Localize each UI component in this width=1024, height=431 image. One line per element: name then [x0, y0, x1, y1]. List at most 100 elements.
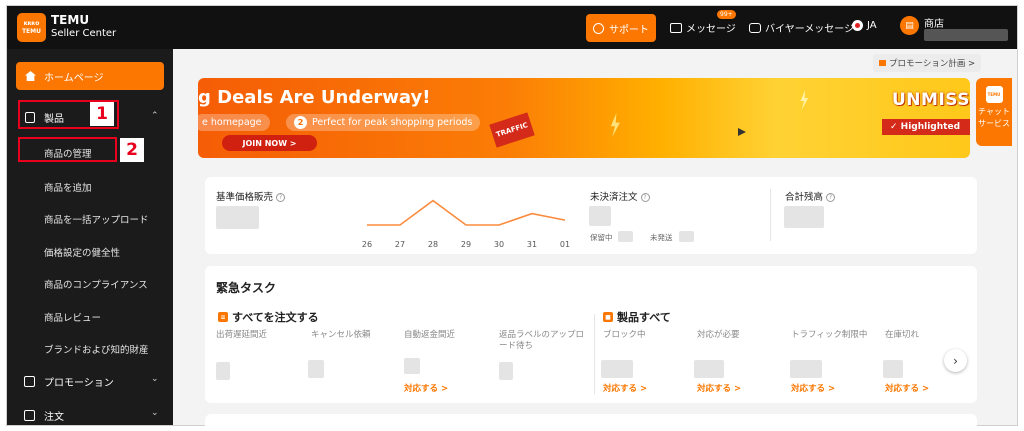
x-tick-label: 26 — [362, 240, 372, 249]
banner-title: g Deals Are Underway! — [198, 87, 431, 108]
lightning-decoration — [800, 90, 809, 110]
value-redacted — [308, 360, 324, 378]
help-icon: ? — [640, 193, 650, 202]
value-redacted — [790, 360, 822, 378]
x-tick-label: 01 — [560, 240, 570, 249]
promo-banner[interactable]: g Deals Are Underway! e homepage 2 Perfe… — [198, 78, 970, 158]
store-icon[interactable]: ▤ — [900, 16, 919, 35]
order-icon: ≡ — [218, 312, 228, 322]
mail-icon — [670, 22, 682, 33]
brand-subtitle: Seller Center — [51, 28, 117, 39]
divider — [594, 314, 595, 394]
sidebar-sub-add-product[interactable]: 商品を追加 — [44, 180, 92, 194]
action-link[interactable]: 対応する > — [791, 382, 835, 394]
chevron-up-icon[interactable]: ⌃ — [151, 111, 159, 121]
chat-bubble-icon — [749, 22, 761, 33]
annotation-number-2: 2 — [120, 138, 144, 162]
col-ship-delay: 出荷遅延間近 — [216, 330, 268, 340]
balance-value-redacted — [784, 206, 824, 228]
lightning-decoration — [610, 113, 620, 137]
brand: TEMU Seller Center — [51, 13, 116, 41]
col-auto-refund: 自動返金間近 — [404, 330, 456, 340]
col-out-of-stock: 在庫切れ — [885, 330, 920, 340]
support-button[interactable]: サポート — [586, 14, 656, 42]
language-selector[interactable]: JA — [852, 20, 877, 31]
brand-title: TEMU — [51, 13, 90, 27]
all-products-group-title[interactable]: ■ 製品すべて — [603, 309, 671, 325]
sidebar-sub-compliance[interactable]: 商品のコンプライアンス — [44, 277, 148, 291]
orders-icon — [24, 410, 35, 421]
sidebar-item-home[interactable]: ホームページ — [16, 62, 164, 90]
action-link[interactable]: 対応する > — [697, 382, 741, 394]
join-now-button[interactable]: JOIN NOW > — [222, 135, 317, 151]
x-tick-label: 28 — [428, 240, 438, 249]
promotion-icon — [24, 376, 35, 387]
banner-headline-right: UNMISSA — [892, 90, 970, 110]
value-redacted — [404, 358, 420, 374]
messages-badge: 99+ — [717, 10, 736, 19]
promotion-plan-link[interactable]: プロモーション計画 > — [873, 54, 982, 72]
sales-label: 基準価格販売? — [216, 189, 286, 203]
action-link[interactable]: 対応する > — [885, 382, 929, 394]
action-link[interactable]: 対応する > — [603, 382, 647, 394]
value-redacted — [216, 362, 230, 380]
product-bag-icon: ■ — [603, 312, 613, 322]
value-redacted — [694, 360, 724, 378]
store-label: 商店 — [924, 19, 944, 30]
annotation-number-1: 1 — [90, 102, 114, 126]
triangle-decoration — [738, 128, 746, 136]
action-link[interactable]: 対応する > — [404, 382, 448, 394]
messages-button[interactable]: メッセージ — [670, 20, 736, 35]
traffic-tag: TRAFFIC — [489, 112, 535, 148]
sidebar-item-promotion[interactable]: プロモーション — [24, 374, 114, 389]
value-redacted — [499, 362, 513, 380]
col-return-label: 返品ラベルのアップロード待ち — [499, 330, 585, 351]
unsent-label: 未発送 — [650, 233, 673, 242]
chevron-down-icon[interactable]: ⌄ — [151, 408, 159, 418]
x-tick-label: 27 — [395, 240, 405, 249]
chevron-down-icon[interactable]: ⌄ — [151, 374, 159, 384]
next-section-card — [205, 414, 977, 426]
highlighted-tag: ✓ Highlighted — [882, 119, 970, 135]
urgent-tasks-card: 緊急タスク ≡ すべてを注文する 出荷遅延間近 キャンセル依頼 自動返金間近 返品… — [205, 266, 977, 403]
sidebar-sub-reviews[interactable]: 商品レビュー — [44, 310, 101, 324]
urgent-tasks-title: 緊急タスク — [216, 281, 277, 295]
unsettled-orders-label: 未決済注文? — [590, 189, 650, 203]
banner-pill-1: e homepage — [198, 114, 270, 131]
sales-trend-chart: 26 27 28 29 30 31 01 — [362, 199, 570, 249]
annotation-box-2 — [18, 137, 117, 162]
x-tick-label: 29 — [461, 240, 471, 249]
temu-chat-logo: TEMU — [985, 86, 1003, 103]
stats-card: 基準価格販売? 26 27 28 29 30 31 01 未決済注文? 保留中 未発送 合計… — [205, 177, 977, 254]
sales-trend-line — [367, 199, 566, 226]
value-redacted — [601, 360, 633, 378]
store-name-redacted — [924, 29, 1008, 41]
chevron-right-icon: › — [953, 353, 958, 368]
on-hold-label: 保留中 — [590, 233, 613, 242]
unsent-value-redacted — [679, 231, 694, 242]
calendar-icon — [879, 60, 886, 66]
unsettled-value-redacted — [589, 206, 611, 226]
x-tick-label: 30 — [494, 240, 504, 249]
buyer-messages-button[interactable]: バイヤーメッセージ — [749, 20, 854, 35]
col-blocked: ブロック中 — [603, 330, 646, 340]
sidebar-sub-pricing-health[interactable]: 価格設定の健全性 — [44, 245, 120, 259]
divider — [770, 189, 771, 241]
sidebar-item-orders[interactable]: 注文 — [24, 408, 64, 423]
sidebar-sub-bulk-upload[interactable]: 商品を一括アップロード — [44, 212, 149, 226]
sidebar-sub-brand-ip[interactable]: ブランドおよび知的財産 — [44, 342, 149, 356]
x-tick-label: 31 — [527, 240, 537, 249]
scroll-right-button[interactable]: › — [944, 349, 967, 372]
headset-icon — [593, 22, 604, 34]
help-icon: ? — [276, 193, 286, 202]
total-balance-label: 合計残高? — [785, 189, 836, 203]
top-bar: ᴋʀʀᴏ TEMU TEMU Seller Center サポート メッセージ … — [7, 6, 1017, 49]
help-icon: ? — [826, 193, 836, 202]
sales-value-redacted — [216, 206, 259, 229]
temu-logo[interactable]: ᴋʀʀᴏ TEMU — [17, 13, 46, 42]
all-orders-group-title[interactable]: ≡ すべてを注文する — [218, 309, 319, 325]
on-hold-value-redacted — [618, 231, 633, 242]
chat-service-button[interactable]: TEMU チャット サービス — [976, 78, 1012, 146]
col-traffic-limited: トラフィック制限中 — [791, 330, 868, 340]
col-action-needed: 対応が必要 — [697, 330, 740, 340]
